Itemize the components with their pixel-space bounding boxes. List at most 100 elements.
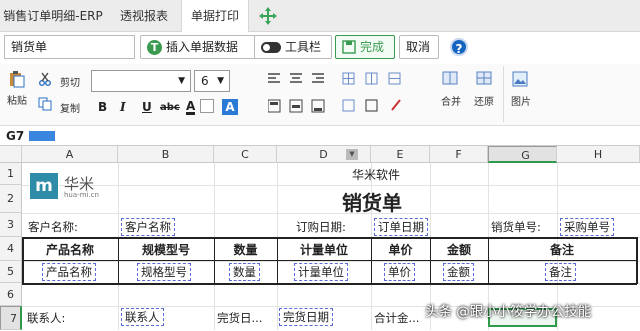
row-header[interactable]: 2 xyxy=(0,185,22,213)
insert-data-button[interactable]: T 插入单据数据 xyxy=(140,35,268,59)
delivery-field[interactable]: 完货日期 xyxy=(279,308,333,326)
placeholder-field[interactable]: 产品名称 xyxy=(42,263,96,281)
sales-no-field[interactable]: 采购单号 xyxy=(560,218,614,236)
merge-icon[interactable] xyxy=(442,71,458,85)
row-header[interactable]: 7 xyxy=(0,306,22,330)
contact-field[interactable]: 联系人 xyxy=(121,308,164,326)
column-header[interactable]: H xyxy=(557,146,640,163)
toggle-icon xyxy=(261,41,281,53)
row-header[interactable]: 1 xyxy=(0,163,22,185)
toolbar-toggle-label: 工具栏 xyxy=(285,40,322,54)
logo-url: huа-mi.cn xyxy=(64,191,99,199)
gridline xyxy=(22,261,640,262)
column-header[interactable]: B xyxy=(118,146,214,163)
header-cell: 产品名称 xyxy=(45,243,94,257)
chevron-down-icon: ▼ xyxy=(217,76,224,86)
order-date-label: 订购日期: xyxy=(296,220,346,234)
move-arrows-icon[interactable] xyxy=(258,6,278,26)
font-color-button[interactable]: A xyxy=(186,100,196,115)
delivery-label: 完货日... xyxy=(217,311,263,325)
table-border xyxy=(22,260,637,261)
company-name: 华米软件 xyxy=(352,168,401,182)
text-align-icons[interactable] xyxy=(268,72,328,84)
done-label: 完成 xyxy=(360,40,385,54)
header-cell: 单价 xyxy=(388,243,413,257)
font-size-select[interactable]: 6 ▼ xyxy=(194,70,230,92)
cut-label[interactable]: 剪切 xyxy=(60,74,80,89)
image-icon[interactable] xyxy=(512,71,528,87)
select-all-corner[interactable] xyxy=(0,146,22,163)
header-cell: 计量单位 xyxy=(299,243,348,257)
placeholder-field[interactable]: 规格型号 xyxy=(137,263,191,281)
document-title: 销货单 xyxy=(342,191,402,215)
table-border xyxy=(636,237,638,284)
column-label: D xyxy=(319,148,328,161)
placeholder-field[interactable]: 备注 xyxy=(545,263,576,281)
strikethrough-button[interactable]: abc xyxy=(160,102,180,113)
watermark: 头条 @跟小小筱学办公技能 xyxy=(425,304,592,320)
chevron-down-icon: ▼ xyxy=(178,76,185,86)
placeholder-field[interactable]: 数量 xyxy=(229,263,260,281)
customer-field[interactable]: 客户名称 xyxy=(121,218,175,236)
header-cell: 规模型号 xyxy=(141,243,190,257)
column-header[interactable]: G xyxy=(488,146,557,163)
tab-bar: 销售订单明细-ERP 透视报表 单据打印 xyxy=(0,0,640,33)
italic-button[interactable]: I xyxy=(120,100,126,114)
formula-bar xyxy=(0,126,640,146)
document-name-input[interactable]: 销货单 xyxy=(4,35,135,59)
border-icons[interactable] xyxy=(342,72,408,114)
underline-button[interactable]: U xyxy=(142,100,152,114)
merge-label[interactable]: 合并 xyxy=(441,93,461,108)
total-label: 合计金... xyxy=(374,311,420,325)
company-logo: m 华米 huа-mi.cn xyxy=(30,173,110,201)
customer-label: 客户名称: xyxy=(28,220,78,234)
row-header[interactable]: 6 xyxy=(0,283,22,306)
toolbar-toggle-button[interactable]: 工具栏 xyxy=(254,35,332,59)
gridline xyxy=(22,185,640,186)
tab-pivot-report[interactable]: 透视报表 xyxy=(110,0,178,32)
cell-reference[interactable]: G7 xyxy=(6,129,24,143)
font-size-value: 6 xyxy=(201,74,209,88)
paste-icon[interactable] xyxy=(8,70,26,88)
order-date-field[interactable]: 订单日期 xyxy=(374,218,428,236)
bold-button[interactable]: B xyxy=(98,100,107,114)
placeholder-field[interactable]: 金额 xyxy=(443,263,474,281)
highlight-button[interactable]: A xyxy=(222,99,238,115)
tab-document-print[interactable]: 单据打印 xyxy=(181,0,249,33)
filter-dropdown-icon[interactable]: ▼ xyxy=(346,149,358,160)
gridline xyxy=(22,213,640,214)
insert-data-label: 插入单据数据 xyxy=(166,40,239,54)
copy-label[interactable]: 复制 xyxy=(60,100,80,115)
formula-input[interactable] xyxy=(29,131,55,141)
placeholder-field[interactable]: 单价 xyxy=(384,263,415,281)
done-button[interactable]: 完成 xyxy=(335,35,395,59)
ribbon-divider xyxy=(503,66,504,122)
restore-icon[interactable] xyxy=(476,71,492,85)
row-header[interactable]: 3 xyxy=(0,213,22,237)
contact-label: 联系人: xyxy=(27,311,66,325)
restore-label[interactable]: 还原 xyxy=(474,93,494,108)
header-cell: 备注 xyxy=(549,243,574,257)
image-label[interactable]: 图片 xyxy=(511,93,531,108)
column-header[interactable]: C xyxy=(214,146,277,163)
paste-label[interactable]: 粘贴 xyxy=(7,92,27,107)
cancel-button[interactable]: 取消 xyxy=(399,35,439,59)
row-header[interactable]: 4 xyxy=(0,237,22,261)
font-color-swatch[interactable] xyxy=(200,99,214,113)
column-header[interactable]: A xyxy=(22,146,118,163)
column-header[interactable]: F xyxy=(430,146,488,163)
row-header[interactable]: 5 xyxy=(0,261,22,283)
column-header[interactable]: D ▼ xyxy=(277,146,371,163)
tab-sales-order[interactable]: 销售订单明细-ERP xyxy=(0,0,106,32)
cut-icon[interactable] xyxy=(38,72,52,86)
table-border xyxy=(22,283,637,285)
table-border xyxy=(22,237,637,239)
placeholder-field[interactable]: 计量单位 xyxy=(294,263,348,281)
column-header[interactable]: E xyxy=(371,146,430,163)
vertical-align-icons[interactable] xyxy=(268,99,328,113)
save-icon xyxy=(342,40,356,54)
copy-icon[interactable] xyxy=(38,97,52,111)
logo-mark-icon: m xyxy=(30,173,58,199)
font-family-select[interactable]: ▼ xyxy=(91,70,191,92)
help-icon[interactable]: ? xyxy=(450,38,468,56)
